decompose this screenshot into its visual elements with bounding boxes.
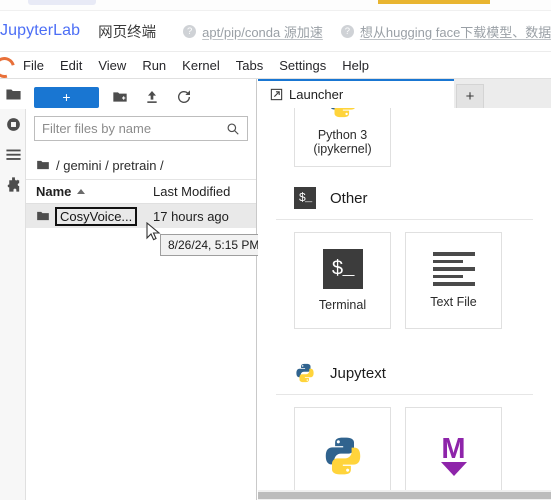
refresh-button[interactable] xyxy=(173,86,195,108)
sidebar-item-commands[interactable] xyxy=(0,139,26,169)
search-icon xyxy=(227,123,239,135)
launcher-card-python3-line2: (ipykernel) xyxy=(313,142,372,156)
markdown-icon: M xyxy=(440,432,467,476)
filter-files-field[interactable] xyxy=(34,116,248,141)
launcher-icon xyxy=(270,88,283,101)
horizontal-scrollbar-thumb[interactable] xyxy=(258,492,551,499)
folder-icon xyxy=(37,211,49,221)
activity-bar xyxy=(0,79,26,500)
launcher-section-other: $_ Other $_ Terminal Text File xyxy=(258,181,551,329)
tab-launcher[interactable]: Launcher xyxy=(258,79,454,108)
launcher-section-jupytext-head: Jupytext xyxy=(258,356,551,390)
question-mark-icon: ? xyxy=(183,24,197,38)
menu-view[interactable]: View xyxy=(90,54,134,77)
sort-ascending-icon xyxy=(77,189,86,194)
launcher-card-jupytext-markdown[interactable]: M xyxy=(405,407,502,500)
search-input[interactable] xyxy=(42,121,226,136)
python-icon xyxy=(330,108,355,118)
launcher-section-other-title: Other xyxy=(330,189,368,207)
python-icon xyxy=(296,363,314,383)
file-name-edit-box[interactable]: CosyVoice... xyxy=(55,206,138,226)
sidebar-item-file-browser[interactable] xyxy=(0,79,26,109)
tab-launcher-label: Launcher xyxy=(289,87,344,102)
question-mark-icon: ? xyxy=(340,24,354,38)
new-launcher-button[interactable]: + xyxy=(34,86,99,108)
launcher-section-other-cards: $_ Terminal Text File xyxy=(258,220,551,329)
brand-logo[interactable]: JupyterLab xyxy=(0,22,80,40)
python-icon xyxy=(325,437,360,474)
launcher-card-terminal-label: Terminal xyxy=(318,298,367,312)
bookmark-highlight xyxy=(378,0,490,4)
menu-file[interactable]: File xyxy=(15,54,52,77)
main-dock-area: Launcher + Python 3 (ipykernel) $_ Other… xyxy=(258,79,551,500)
menu-run[interactable]: Run xyxy=(134,54,174,77)
breadcrumb[interactable]: / gemini / pretrain / xyxy=(26,151,256,179)
file-row-name-cell[interactable]: CosyVoice... xyxy=(32,206,153,226)
upload-button[interactable] xyxy=(141,86,163,108)
launcher-card-terminal[interactable]: $_ Terminal xyxy=(294,232,391,329)
jupyterlab-window: JupyterLab 网页终端 ? apt/pip/conda 源加速 ? 想从… xyxy=(0,0,551,500)
file-list-header: Name Last Modified xyxy=(26,179,256,204)
launcher-section-jupytext-title: Jupytext xyxy=(330,364,386,382)
header-nav-webterminal[interactable]: 网页终端 xyxy=(80,21,174,42)
table-row[interactable]: CosyVoice... 17 hours ago xyxy=(26,204,256,228)
text-file-icon xyxy=(432,252,475,286)
commands-list-icon xyxy=(5,149,21,160)
jupyter-logo-icon xyxy=(0,54,15,77)
column-header-name-label: Name xyxy=(36,184,72,199)
header-link-mirror[interactable]: ? apt/pip/conda 源加速 xyxy=(174,22,332,41)
launcher-section-other-head: $_ Other xyxy=(258,181,551,215)
extension-manager-icon xyxy=(7,176,19,192)
menu-help[interactable]: Help xyxy=(334,54,377,77)
folder-icon xyxy=(5,89,21,99)
launcher-card-python3[interactable]: Python 3 (ipykernel) xyxy=(294,108,391,167)
folder-icon xyxy=(37,160,49,170)
markdown-icon-letter: M xyxy=(441,432,466,465)
sidebar-item-extensions[interactable] xyxy=(0,169,26,199)
launcher-panel: Python 3 (ipykernel) $_ Other $_ Termina… xyxy=(258,108,551,500)
running-terminals-icon xyxy=(6,117,20,131)
tooltip-last-modified: 8/26/24, 5:15 PM xyxy=(160,234,268,256)
new-folder-button[interactable] xyxy=(109,86,131,108)
terminal-icon: $_ xyxy=(294,187,316,209)
breadcrumb-path: / gemini / pretrain / xyxy=(56,157,164,173)
launcher-card-text-file-label: Text File xyxy=(430,295,477,309)
file-browser-toolbar: + xyxy=(26,79,256,112)
menu-bar: File Edit View Run Kernel Tabs Settings … xyxy=(0,52,551,79)
menu-edit[interactable]: Edit xyxy=(52,54,90,77)
file-browser-panel: + Filter files by name / gemini / pretra… xyxy=(26,79,257,500)
site-header: JupyterLab 网页终端 ? apt/pip/conda 源加速 ? 想从… xyxy=(0,11,551,52)
mouse-cursor-icon xyxy=(146,222,161,241)
header-link-huggingface[interactable]: ? 想从hugging face下载模型、数据集 xyxy=(332,22,551,41)
launcher-section-jupytext: Jupytext M xyxy=(258,356,551,500)
column-header-last-modified[interactable]: Last Modified xyxy=(153,184,250,199)
file-row-last-modified: 17 hours ago xyxy=(153,208,229,224)
browser-tab-ghost[interactable] xyxy=(28,0,96,5)
launcher-card-text-file[interactable]: Text File xyxy=(405,232,502,329)
add-tab-button[interactable]: + xyxy=(456,84,484,108)
dock-tab-bar: Launcher + xyxy=(258,79,551,108)
horizontal-scrollbar[interactable] xyxy=(258,490,551,500)
menu-settings[interactable]: Settings xyxy=(271,54,334,77)
browser-chrome-strip xyxy=(0,0,551,11)
launcher-card-python3-label: Python 3 (ipykernel) xyxy=(313,128,371,156)
header-link-huggingface-label: 想从hugging face下载模型、数据集 xyxy=(359,24,551,40)
new-folder-icon xyxy=(113,92,127,102)
launcher-card-python3-line1: Python 3 xyxy=(317,128,368,142)
column-header-name[interactable]: Name xyxy=(32,184,153,199)
refresh-icon xyxy=(177,90,191,103)
launcher-section-jupytext-cards: M xyxy=(258,395,551,500)
terminal-icon: $_ xyxy=(322,249,363,289)
menu-kernel[interactable]: Kernel xyxy=(174,54,228,77)
launcher-card-jupytext-python[interactable] xyxy=(294,407,391,500)
upload-icon xyxy=(147,91,157,103)
header-link-mirror-label: apt/pip/conda 源加速 xyxy=(202,24,323,40)
sidebar-item-running[interactable] xyxy=(0,109,26,139)
menu-tabs[interactable]: Tabs xyxy=(228,54,271,77)
